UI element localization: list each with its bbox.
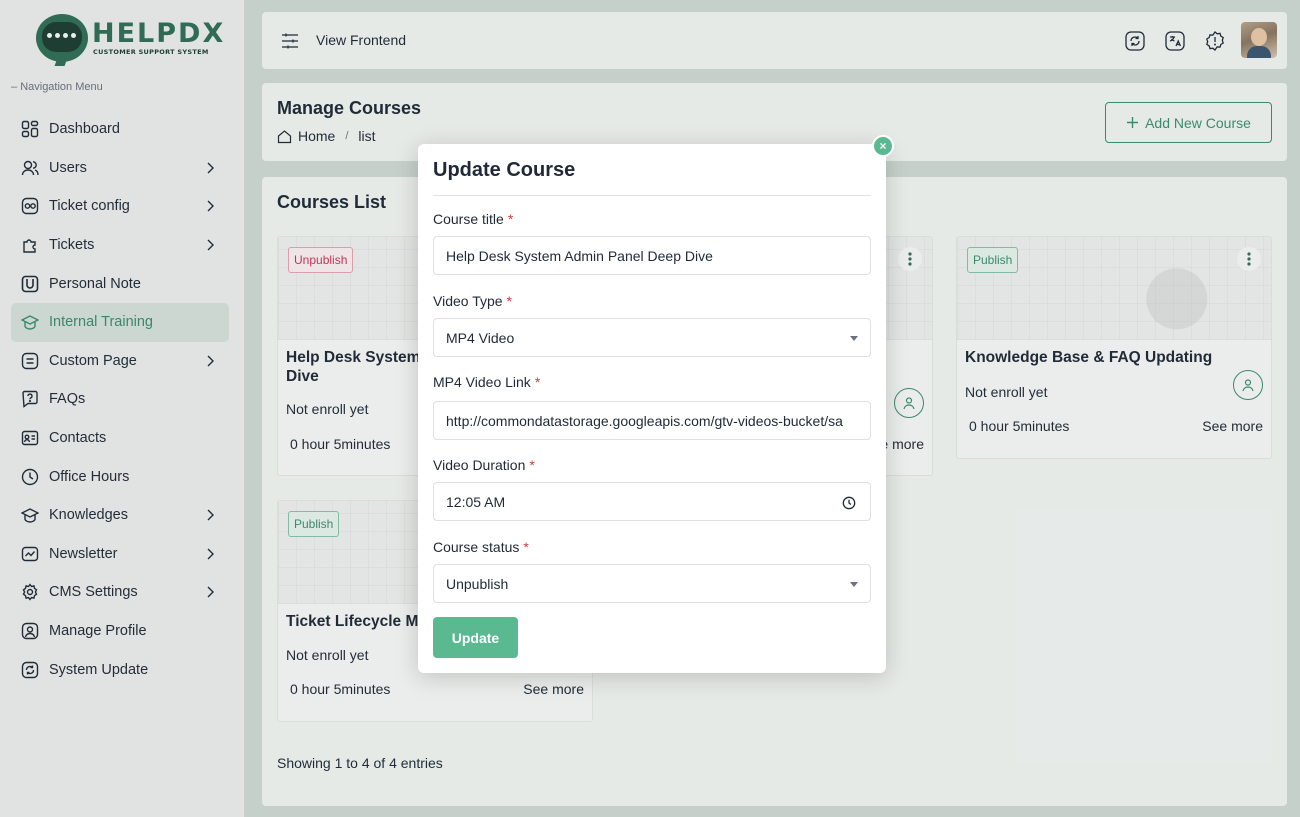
update-button[interactable]: Update [433,617,518,658]
sidebar-item-label: Personal Note [49,275,141,292]
sidebar-item-label: System Update [49,661,149,678]
sidebar-item-internal-training[interactable]: Internal Training [11,302,229,342]
newsletter-icon [21,545,39,563]
sidebar-item-label: Newsletter [49,545,118,562]
sidebar-item-users[interactable]: Users [11,149,229,188]
clock-icon[interactable] [842,496,856,510]
settings-icon [21,583,39,602]
sidebar-item-label: Contacts [49,430,107,447]
close-icon[interactable]: × [872,135,894,157]
video-duration-label: Video Duration * [433,457,535,473]
chevron-right-icon [207,200,214,212]
page-icon [21,352,39,370]
knowledge-icon [21,506,39,524]
sidebar-item-office-hours[interactable]: Office Hours [11,457,229,496]
chevron-right-icon [207,162,214,174]
sidebar-item-knowledges[interactable]: Knowledges [11,496,229,535]
ticket-config-icon [21,197,39,215]
caret-down-icon [850,582,858,587]
brand-tagline: CUSTOMER SUPPORT SYSTEM [93,48,209,56]
chevron-right-icon [207,586,214,598]
modal-divider [433,195,871,196]
nav-list: Dashboard Users Ticket config Tickets Pe… [11,110,229,689]
sidebar-item-label: Office Hours [49,468,130,485]
sidebar-item-label: Ticket config [49,198,130,215]
course-title-label: Course title * [433,211,514,227]
sidebar-item-label: Tickets [49,237,95,254]
training-icon [21,313,39,331]
sidebar-item-label: Knowledges [49,507,128,524]
profile-icon [21,622,39,640]
sidebar-item-label: Manage Profile [49,623,147,640]
course-status-label: Course status * [433,539,529,555]
sidebar-item-cms-settings[interactable]: CMS Settings [11,573,229,612]
users-icon [21,159,39,177]
sidebar-item-label: CMS Settings [49,584,138,601]
video-duration-input[interactable]: 12:05 AM [433,482,871,521]
sidebar-item-ticket-config[interactable]: Ticket config [11,187,229,226]
note-icon [21,275,39,293]
chevron-right-icon [207,355,214,367]
modal-title: Update Course [433,159,576,181]
logo-icon [36,14,88,62]
video-link-label: MP4 Video Link * [433,374,541,390]
video-type-label: Video Type * [433,293,512,309]
sidebar-item-contacts[interactable]: Contacts [11,419,229,458]
tickets-icon [21,236,39,254]
brand-name: HELPDX [92,18,226,49]
contacts-icon [21,429,39,447]
dashboard-icon [21,120,39,138]
nav-heading: – Navigation Menu [11,81,103,93]
chevron-right-icon [207,239,214,251]
update-course-modal: × Update Course Course title * Help Desk … [418,135,894,673]
sidebar-item-custom-page[interactable]: Custom Page [11,342,229,381]
sidebar-item-faqs[interactable]: FAQs [11,380,229,419]
sidebar-item-label: FAQs [49,391,86,408]
caret-down-icon [850,336,858,341]
clock-icon [21,468,39,486]
faq-icon [21,390,39,409]
sidebar-item-system-update[interactable]: System Update [11,650,229,689]
sidebar-item-label: Users [49,159,87,176]
chevron-right-icon [207,509,214,521]
update-icon [21,661,39,679]
course-status-select[interactable]: Unpublish [433,564,871,603]
video-type-select[interactable]: MP4 Video [433,318,871,357]
sidebar-item-dashboard[interactable]: Dashboard [11,110,229,149]
sidebar-item-label: Dashboard [49,121,120,138]
sidebar-item-label: Custom Page [49,352,137,369]
chevron-right-icon [207,548,214,560]
sidebar-item-label: Internal Training [49,314,153,331]
video-link-input[interactable]: http://commondatastorage.googleapis.com/… [433,401,871,440]
course-title-input[interactable]: Help Desk System Admin Panel Deep Dive [433,236,871,275]
sidebar-item-newsletter[interactable]: Newsletter [11,535,229,574]
brand-logo[interactable]: HELPDX CUSTOMER SUPPORT SYSTEM [36,14,225,62]
sidebar-item-personal-note[interactable]: Personal Note [11,264,229,303]
sidebar-item-manage-profile[interactable]: Manage Profile [11,612,229,651]
sidebar: HELPDX CUSTOMER SUPPORT SYSTEM – Navigat… [0,0,244,817]
sidebar-item-tickets[interactable]: Tickets [11,226,229,265]
